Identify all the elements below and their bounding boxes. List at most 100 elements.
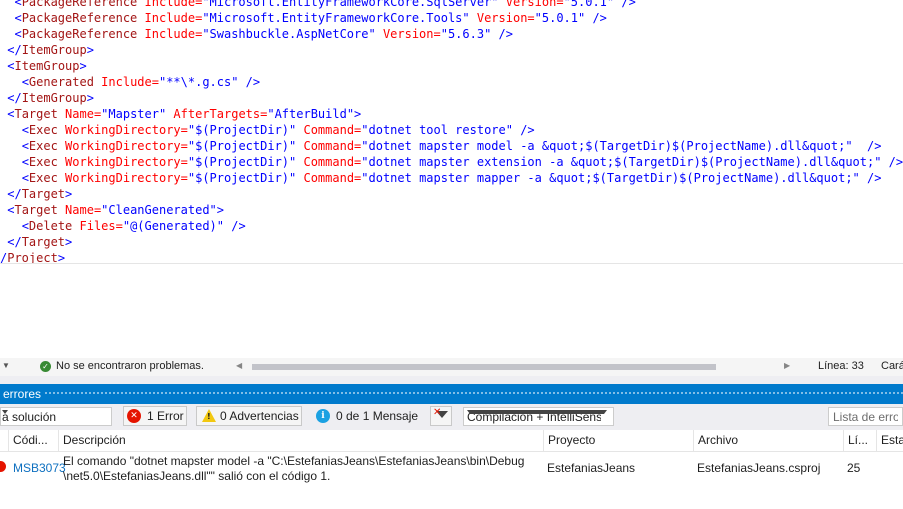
scope-dropdown-value: a solución [2, 410, 57, 424]
code-line: <Generated Include="**\*.g.cs" /> [0, 74, 260, 90]
code-token: <Exec [21, 171, 66, 185]
scope-dropdown[interactable]: a solución [0, 407, 112, 426]
code-token: </ItemGroup> [7, 43, 94, 57]
error-search-box[interactable] [828, 407, 903, 426]
code-token: Version= [476, 11, 535, 25]
code-token: "**\*.g.cs" /> [158, 75, 261, 89]
messages-filter-button[interactable]: i 0 de 1 Mensaje [312, 406, 420, 426]
error-icon: ✕ [127, 409, 141, 423]
code-token: Command= [303, 155, 362, 169]
code-token: </Target> [7, 187, 73, 201]
code-line: <PackageReference Include="Microsoft.Ent… [0, 10, 606, 26]
build-intellisense-dropdown[interactable]: Compilación + IntelliSense [463, 407, 614, 426]
column-line[interactable]: Lí... [843, 430, 877, 451]
code-token: "@(Generated)" /> [122, 219, 246, 233]
code-line: <Delete Files="@(Generated)" /> [0, 218, 246, 234]
code-line: <Target Name="CleanGenerated"> [0, 202, 224, 218]
char-indicator: Cará [881, 360, 903, 372]
code-token: <Exec [21, 155, 66, 169]
code-token: "$(ProjectDir)" [187, 155, 304, 169]
line-indicator: Línea: 33 [818, 360, 864, 372]
column-state[interactable]: Esta [876, 430, 903, 451]
error-search-input[interactable] [829, 408, 902, 425]
code-line: <Exec WorkingDirectory="$(ProjectDir)" C… [0, 122, 535, 138]
code-token: Command= [303, 171, 362, 185]
column-code[interactable]: Códi... [8, 430, 59, 451]
code-line: <PackageReference Include="Microsoft.Ent… [0, 0, 636, 10]
code-token: <Target [7, 107, 66, 121]
code-token: "5.0.1" /> [563, 0, 636, 9]
code-token: "$(ProjectDir)" [187, 171, 304, 185]
titlebar-grip[interactable] [0, 391, 903, 395]
error-file: EstefaniasJeans.csproj [697, 461, 821, 475]
scrollbar-thumb[interactable] [252, 364, 716, 370]
code-token: <Exec [21, 139, 66, 153]
check-circle-icon: ✓ [40, 361, 51, 372]
horizontal-scrollbar[interactable]: ◀ ▶ [236, 361, 796, 371]
code-token: Version= [382, 27, 441, 41]
code-token: "AfterBuild"> [267, 107, 362, 121]
column-project[interactable]: Proyecto [543, 430, 694, 451]
info-icon: i [316, 409, 330, 423]
code-token: <PackageReference [14, 27, 145, 41]
code-token: "Swashbuckle.AspNetCore" [202, 27, 383, 41]
code-line: <Exec WorkingDirectory="$(ProjectDir)" C… [0, 154, 903, 170]
code-token: Include= [101, 75, 159, 89]
error-description-line2: \net5.0\EstefaniasJeans.dll"" salió con … [63, 469, 331, 483]
warnings-filter-button[interactable]: ! 0 Advertencias [196, 406, 302, 426]
chevron-down-icon [2, 410, 8, 414]
zoom-dropdown-icon[interactable]: ▼ [2, 361, 10, 370]
code-token: "CleanGenerated"> [101, 203, 224, 217]
code-token: "dotnet tool restore" /> [361, 123, 535, 137]
table-row[interactable]: MSB3073 El comando "dotnet mapster model… [0, 452, 903, 488]
error-list-titlebar: errores [0, 384, 903, 404]
code-line: <Exec WorkingDirectory="$(ProjectDir)" C… [0, 170, 882, 186]
code-token: Files= [79, 219, 123, 233]
code-token: <Exec [21, 123, 66, 137]
scroll-left-icon[interactable]: ◀ [236, 361, 242, 370]
code-token: <PackageReference [14, 0, 145, 9]
panel-splitter[interactable] [0, 376, 903, 384]
errors-filter-button[interactable]: ✕ 1 Error [123, 406, 187, 426]
error-code-link[interactable]: MSB3073 [13, 461, 66, 475]
column-description[interactable]: Descripción [58, 430, 544, 451]
code-token: Include= [144, 27, 203, 41]
code-line: <PackageReference Include="Swashbuckle.A… [0, 26, 513, 42]
panel-title: errores [0, 384, 46, 404]
code-line: <ItemGroup> [0, 58, 87, 74]
code-token: "dotnet mapster model -a &quot;$(TargetD… [361, 139, 882, 153]
code-token: /Project> [0, 251, 66, 263]
code-token: "Microsoft.EntityFrameworkCore.Tools" [202, 11, 477, 25]
chevron-down-icon [467, 410, 607, 414]
code-token: WorkingDirectory= [65, 123, 188, 137]
code-line: <Exec WorkingDirectory="$(ProjectDir)" C… [0, 138, 882, 154]
code-token: "dotnet mapster mapper -a &quot;$(Target… [361, 171, 882, 185]
code-token: Include= [144, 11, 203, 25]
code-line: </ItemGroup> [0, 90, 94, 106]
issues-status-text: No se encontraron problemas. [56, 360, 204, 372]
code-line: <Target Name="Mapster" AfterTargets="Aft… [0, 106, 361, 122]
error-list-header: Códi... Descripción Proyecto Archivo Lí.… [0, 430, 903, 452]
error-project: EstefaniasJeans [547, 461, 636, 475]
column-file[interactable]: Archivo [693, 430, 844, 451]
clear-filter-button[interactable]: ✕ [430, 406, 452, 426]
code-token: "$(ProjectDir)" [187, 123, 304, 137]
code-token: WorkingDirectory= [65, 171, 188, 185]
error-icon [0, 461, 6, 472]
scroll-right-icon[interactable]: ▶ [784, 361, 790, 370]
messages-filter-label: 0 de 1 Mensaje [336, 409, 419, 423]
errors-filter-label: 1 Error [147, 409, 184, 423]
code-token: </ItemGroup> [7, 91, 94, 105]
error-list-toolbar: a solución ✕ 1 Error ! 0 Advertencias i … [0, 404, 903, 430]
code-line: </Target> [0, 186, 72, 202]
code-token: "5.6.3" /> [440, 27, 513, 41]
code-editor[interactable]: <PackageReference Include="Microsoft.Ent… [0, 0, 903, 263]
code-token: Name= [65, 203, 102, 217]
editor-status-bar: ▼ ✓ No se encontraron problemas. ◀ ▶ Lín… [0, 358, 903, 376]
code-token: Command= [303, 139, 362, 153]
editor-divider [0, 263, 903, 264]
code-token: <Target [7, 203, 66, 217]
code-token: "Mapster" [101, 107, 174, 121]
code-token: <ItemGroup> [7, 59, 87, 73]
clear-x-icon: ✕ [433, 407, 442, 418]
